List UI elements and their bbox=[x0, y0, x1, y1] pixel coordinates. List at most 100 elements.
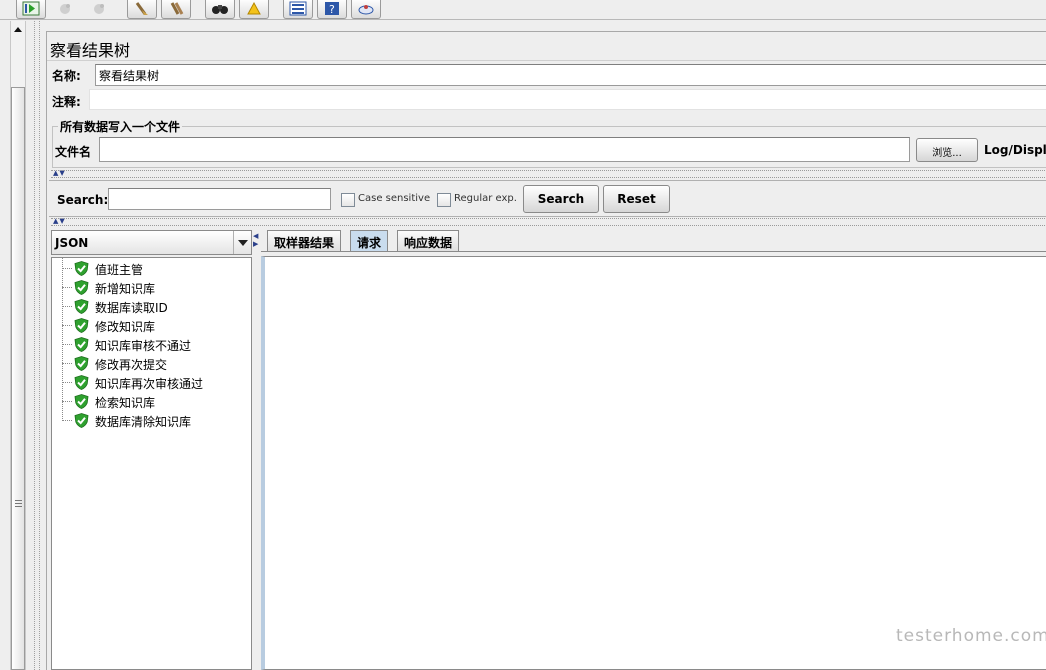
tree-item[interactable]: 新增知识库 bbox=[52, 278, 248, 297]
start-no-pause-icon bbox=[22, 1, 40, 16]
tab-response-data[interactable]: 响应数据 bbox=[397, 230, 460, 252]
tree-item-label: 知识库再次审核通过 bbox=[95, 377, 204, 391]
start-no-pause-button[interactable] bbox=[16, 0, 46, 19]
success-shield-icon bbox=[74, 394, 89, 409]
tree-item-label: 检索知识库 bbox=[95, 396, 156, 410]
stop-icon bbox=[60, 4, 70, 14]
shutdown-button[interactable] bbox=[84, 0, 114, 19]
tree-connector bbox=[62, 382, 72, 383]
chevron-down-icon bbox=[238, 240, 248, 246]
tab-underline bbox=[261, 251, 1046, 252]
tree-item[interactable]: 检索知识库 bbox=[52, 392, 248, 411]
success-shield-icon bbox=[74, 299, 89, 314]
success-shield-icon bbox=[74, 375, 89, 390]
clear-icon bbox=[135, 2, 148, 15]
tree-item-label: 知识库审核不通过 bbox=[95, 339, 192, 353]
reset-button[interactable]: Reset bbox=[603, 185, 670, 213]
grip-icon bbox=[15, 500, 22, 509]
tab-sampler-result[interactable]: 取样器结果 bbox=[267, 230, 342, 252]
tree-item[interactable]: 知识库再次审核通过 bbox=[52, 373, 248, 392]
vertical-scrollbar[interactable] bbox=[10, 21, 26, 670]
function-helper-button[interactable] bbox=[283, 0, 313, 19]
success-shield-icon bbox=[74, 280, 89, 295]
tree-connector bbox=[62, 401, 72, 402]
dropdown-arrow-button[interactable] bbox=[233, 231, 251, 254]
success-shield-icon bbox=[74, 318, 89, 333]
tree-item-label: 数据库读取ID bbox=[95, 301, 168, 315]
case-sensitive-label: Case sensitive bbox=[358, 193, 431, 204]
watermark: testerhome.com bbox=[896, 626, 1046, 646]
name-label: 名称: bbox=[52, 69, 81, 83]
remote-button[interactable] bbox=[351, 0, 381, 19]
clear-all-icon bbox=[170, 2, 184, 15]
tree-connector bbox=[62, 325, 72, 326]
help-button[interactable]: ? bbox=[317, 0, 347, 19]
tree-item-label: 值班主管 bbox=[95, 263, 144, 277]
shutdown-icon bbox=[94, 4, 104, 14]
function-helper-icon bbox=[289, 1, 307, 16]
success-shield-icon bbox=[74, 261, 89, 276]
tree-item-label: 修改再次提交 bbox=[95, 358, 168, 372]
result-tree-panel: JSON 值班主管新增知识库数据库读取ID 修改知识库知识库审核不通过 修改再次提交… bbox=[51, 230, 252, 670]
tab-request[interactable]: 请求 bbox=[350, 230, 389, 252]
tree-item-label: 修改知识库 bbox=[95, 320, 156, 334]
tree-item-label: 数据库清除知识库 bbox=[95, 415, 192, 429]
tree-item-label: 新增知识库 bbox=[95, 282, 156, 296]
tree-item[interactable]: 数据库读取ID bbox=[52, 297, 248, 316]
regular-exp-label: Regular exp. bbox=[454, 193, 517, 204]
sample-tree[interactable]: 值班主管新增知识库数据库读取ID 修改知识库知识库审核不通过 修改再次提交知识库再次… bbox=[51, 257, 252, 670]
tree-item[interactable]: 修改知识库 bbox=[52, 316, 248, 335]
tree-connector bbox=[62, 306, 72, 307]
browse-button[interactable]: 浏览... bbox=[916, 138, 978, 162]
scroll-up-arrow-icon[interactable] bbox=[11, 23, 25, 37]
file-group-legend: 所有数据写入一个文件 bbox=[58, 118, 183, 135]
split-pane-divider[interactable] bbox=[34, 21, 40, 670]
clear-all-button[interactable] bbox=[161, 0, 191, 19]
log-display-label: Log/Display bbox=[984, 143, 1046, 157]
splitter-arrows-icon[interactable]: ◀ ▶ bbox=[253, 232, 260, 248]
search-button[interactable]: Search bbox=[523, 185, 599, 213]
dotted-separator[interactable] bbox=[51, 170, 1046, 178]
dotted-separator[interactable] bbox=[51, 218, 1046, 226]
case-sensitive-checkbox[interactable] bbox=[341, 193, 355, 207]
request-content-area[interactable] bbox=[261, 256, 1046, 670]
tree-splitter[interactable]: ◀ ▶ bbox=[252, 230, 261, 670]
toolbar: ? bbox=[0, 0, 1046, 20]
scrollbar-thumb[interactable] bbox=[11, 87, 25, 670]
tree-connector bbox=[62, 268, 72, 269]
tree-item[interactable]: 知识库审核不通过 bbox=[52, 335, 248, 354]
reset-search-broom-icon bbox=[247, 1, 261, 15]
tree-connector bbox=[62, 420, 72, 421]
svg-text:?: ? bbox=[329, 3, 335, 16]
success-shield-icon bbox=[74, 413, 89, 428]
regular-exp-checkbox[interactable] bbox=[437, 193, 451, 207]
filename-field[interactable] bbox=[99, 137, 910, 162]
success-shield-icon bbox=[74, 356, 89, 371]
success-shield-icon bbox=[74, 337, 89, 352]
result-panel: 取样器结果 请求 响应数据 bbox=[261, 230, 1046, 670]
tree-item[interactable]: 值班主管 bbox=[52, 259, 248, 278]
tree-connector bbox=[62, 363, 72, 364]
listener-panel: 察看结果树 名称: 注释: 所有数据写入一个文件 文件名 浏览... Log/D… bbox=[46, 31, 1046, 670]
remote-icon bbox=[358, 5, 374, 15]
renderer-select[interactable]: JSON bbox=[51, 230, 252, 255]
tree-connector bbox=[62, 344, 72, 345]
tree-connector bbox=[62, 287, 72, 288]
name-field[interactable] bbox=[95, 64, 1046, 86]
comment-label: 注释: bbox=[52, 95, 81, 109]
renderer-select-value: JSON bbox=[55, 236, 89, 250]
search-panel: Search: Case sensitive Regular exp. Sear… bbox=[49, 180, 1046, 217]
search-button-toolbar[interactable] bbox=[205, 0, 235, 19]
tree-item[interactable]: 修改再次提交 bbox=[52, 354, 248, 373]
reset-search-button-toolbar[interactable] bbox=[239, 0, 269, 19]
search-label: Search: bbox=[57, 193, 109, 207]
filename-label: 文件名 bbox=[55, 145, 92, 159]
clear-button[interactable] bbox=[127, 0, 157, 19]
help-icon: ? bbox=[325, 2, 339, 16]
comment-field[interactable] bbox=[89, 89, 1046, 110]
stop-button[interactable] bbox=[50, 0, 80, 19]
search-input[interactable] bbox=[108, 188, 331, 210]
search-binoculars-icon bbox=[212, 5, 228, 14]
title-row: 察看结果树 bbox=[47, 31, 1046, 61]
tree-item[interactable]: 数据库清除知识库 bbox=[52, 411, 248, 430]
